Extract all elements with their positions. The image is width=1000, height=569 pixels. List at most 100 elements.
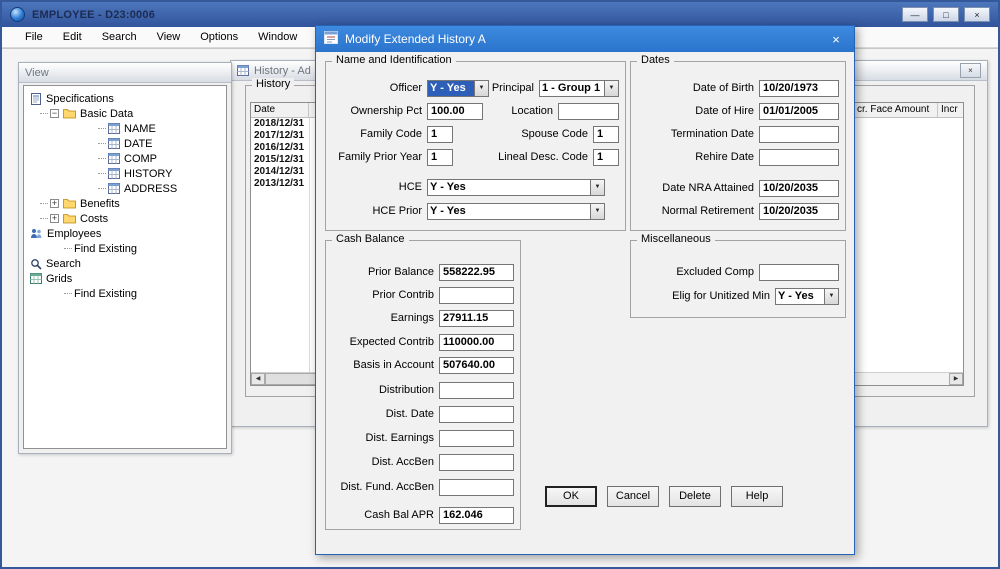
rehire-date-field[interactable] xyxy=(759,149,839,166)
scroll-right-icon[interactable]: ▶ xyxy=(949,373,963,385)
menu-edit[interactable]: Edit xyxy=(54,29,91,45)
location-field[interactable] xyxy=(558,103,619,120)
normal-retirement-field[interactable]: 10/20/2035 xyxy=(759,203,839,220)
tree-item-basic-data[interactable]: − Basic Data xyxy=(24,106,226,121)
maximize-button[interactable]: □ xyxy=(933,7,959,22)
table-icon xyxy=(108,138,120,149)
lineal-desc-code-field[interactable]: 1 xyxy=(593,149,619,166)
menu-search[interactable]: Search xyxy=(93,29,146,45)
date-nra-attained-field[interactable]: 10/20/2035 xyxy=(759,180,839,197)
tree-item-comp[interactable]: COMP xyxy=(24,151,226,166)
distribution-label: Distribution xyxy=(332,382,439,399)
dropdown-arrow-icon[interactable]: ▼ xyxy=(590,204,604,219)
tree-item-benefits[interactable]: + Benefits xyxy=(24,196,226,211)
earnings-label: Earnings xyxy=(332,310,439,327)
prior-contrib-field[interactable] xyxy=(439,287,514,304)
dist-accben-field[interactable] xyxy=(439,454,514,471)
menu-file[interactable]: File xyxy=(16,29,52,45)
modify-extended-history-dialog: Modify Extended History A × Name and Ide… xyxy=(315,25,855,555)
date-of-birth-label: Date of Birth xyxy=(637,80,759,97)
tree-item-date[interactable]: DATE xyxy=(24,136,226,151)
excluded-comp-field[interactable] xyxy=(759,264,839,281)
ok-button[interactable]: OK xyxy=(545,486,597,507)
delete-button[interactable]: Delete xyxy=(669,486,721,507)
cash-balance-group: Cash Balance Prior Balance 558222.95 Pri… xyxy=(325,240,521,530)
dist-date-field[interactable] xyxy=(439,406,514,423)
ownership-pct-field[interactable]: 100.00 xyxy=(427,103,483,120)
tree-item-find-existing-grids[interactable]: Find Existing xyxy=(24,286,226,301)
spouse-code-field[interactable]: 1 xyxy=(593,126,619,143)
grid-icon xyxy=(30,273,42,284)
earnings-field[interactable]: 27911.15 xyxy=(439,310,514,327)
view-window: View Specifications − Basic Data xyxy=(18,62,232,454)
tree-item-grids[interactable]: Grids xyxy=(24,271,226,286)
officer-dropdown[interactable]: Y - Yes ▼ xyxy=(427,80,489,97)
close-button[interactable]: × xyxy=(964,7,990,22)
ownership-pct-label: Ownership Pct xyxy=(332,103,427,120)
hce-label: HCE xyxy=(332,179,427,196)
minimize-button[interactable]: — xyxy=(902,7,928,22)
prior-contrib-label: Prior Contrib xyxy=(332,287,439,304)
view-titlebar[interactable]: View xyxy=(19,63,231,83)
prior-balance-field[interactable]: 558222.95 xyxy=(439,264,514,281)
cancel-button[interactable]: Cancel xyxy=(607,486,659,507)
dropdown-arrow-icon[interactable]: ▼ xyxy=(604,81,618,96)
column-header-date[interactable]: Date xyxy=(251,103,309,117)
maximize-icon: □ xyxy=(943,10,948,20)
dialog-titlebar[interactable]: Modify Extended History A × xyxy=(316,26,854,52)
help-button[interactable]: Help xyxy=(731,486,783,507)
close-icon: × xyxy=(974,10,979,20)
dist-earnings-field[interactable] xyxy=(439,430,514,447)
menu-view[interactable]: View xyxy=(148,29,190,45)
folder-icon xyxy=(63,198,76,209)
expected-contrib-field[interactable]: 110000.00 xyxy=(439,334,514,351)
family-code-field[interactable]: 1 xyxy=(427,126,453,143)
scrollbar-thumb[interactable] xyxy=(265,373,319,385)
window-controls: — □ × xyxy=(902,7,990,22)
tree-item-history[interactable]: HISTORY xyxy=(24,166,226,181)
tree-item-specifications[interactable]: Specifications xyxy=(24,91,226,106)
date-of-hire-field[interactable]: 01/01/2005 xyxy=(759,103,839,120)
expand-toggle-icon[interactable]: + xyxy=(50,199,59,208)
column-header-face-amount[interactable]: cr. Face Amount xyxy=(854,103,938,117)
menu-options[interactable]: Options xyxy=(191,29,247,45)
family-prior-year-field[interactable]: 1 xyxy=(427,149,453,166)
tree-item-find-existing-employees[interactable]: Find Existing xyxy=(24,241,226,256)
principal-dropdown[interactable]: 1 - Group 1 ▼ xyxy=(539,80,619,97)
distribution-field[interactable] xyxy=(439,382,514,399)
name-identification-group: Name and Identification Officer Y - Yes … xyxy=(325,61,626,231)
elig-unitized-min-dropdown[interactable]: Y - Yes ▼ xyxy=(775,288,839,305)
hce-dropdown[interactable]: Y - Yes ▼ xyxy=(427,179,605,196)
basis-in-account-field[interactable]: 507640.00 xyxy=(439,357,514,374)
column-header-incr[interactable]: Incr xyxy=(938,103,963,117)
history-close-button[interactable]: × xyxy=(960,63,981,78)
minimize-icon: — xyxy=(911,10,920,20)
cash-bal-apr-label: Cash Bal APR xyxy=(332,507,439,524)
family-code-label: Family Code xyxy=(332,126,427,143)
dropdown-arrow-icon[interactable]: ▼ xyxy=(590,180,604,195)
scroll-left-icon[interactable]: ◀ xyxy=(251,373,265,385)
tree-item-costs[interactable]: + Costs xyxy=(24,211,226,226)
employees-icon xyxy=(30,228,43,239)
collapse-toggle-icon[interactable]: − xyxy=(50,109,59,118)
termination-date-field[interactable] xyxy=(759,126,839,143)
tree-item-employees[interactable]: Employees xyxy=(24,226,226,241)
lineal-desc-code-label: Lineal Desc. Code xyxy=(453,149,593,166)
table-icon xyxy=(108,153,120,164)
date-of-birth-field[interactable]: 10/20/1973 xyxy=(759,80,839,97)
expand-toggle-icon[interactable]: + xyxy=(50,214,59,223)
tree-item-search[interactable]: Search xyxy=(24,256,226,271)
folder-icon xyxy=(63,213,76,224)
menu-window[interactable]: Window xyxy=(249,29,306,45)
cash-bal-apr-field[interactable]: 162.046 xyxy=(439,507,514,524)
dropdown-arrow-icon[interactable]: ▼ xyxy=(474,81,488,96)
dropdown-arrow-icon[interactable]: ▼ xyxy=(824,289,838,304)
dist-earnings-label: Dist. Earnings xyxy=(332,430,439,447)
hce-prior-dropdown[interactable]: Y - Yes ▼ xyxy=(427,203,605,220)
dialog-close-button[interactable]: × xyxy=(826,32,846,47)
tree-item-name[interactable]: NAME xyxy=(24,121,226,136)
expected-contrib-label: Expected Contrib xyxy=(332,334,439,351)
dist-fund-accben-field[interactable] xyxy=(439,479,514,496)
main-titlebar[interactable]: EMPLOYEE - D23:0006 — □ × xyxy=(2,2,998,27)
tree-item-address[interactable]: ADDRESS xyxy=(24,181,226,196)
